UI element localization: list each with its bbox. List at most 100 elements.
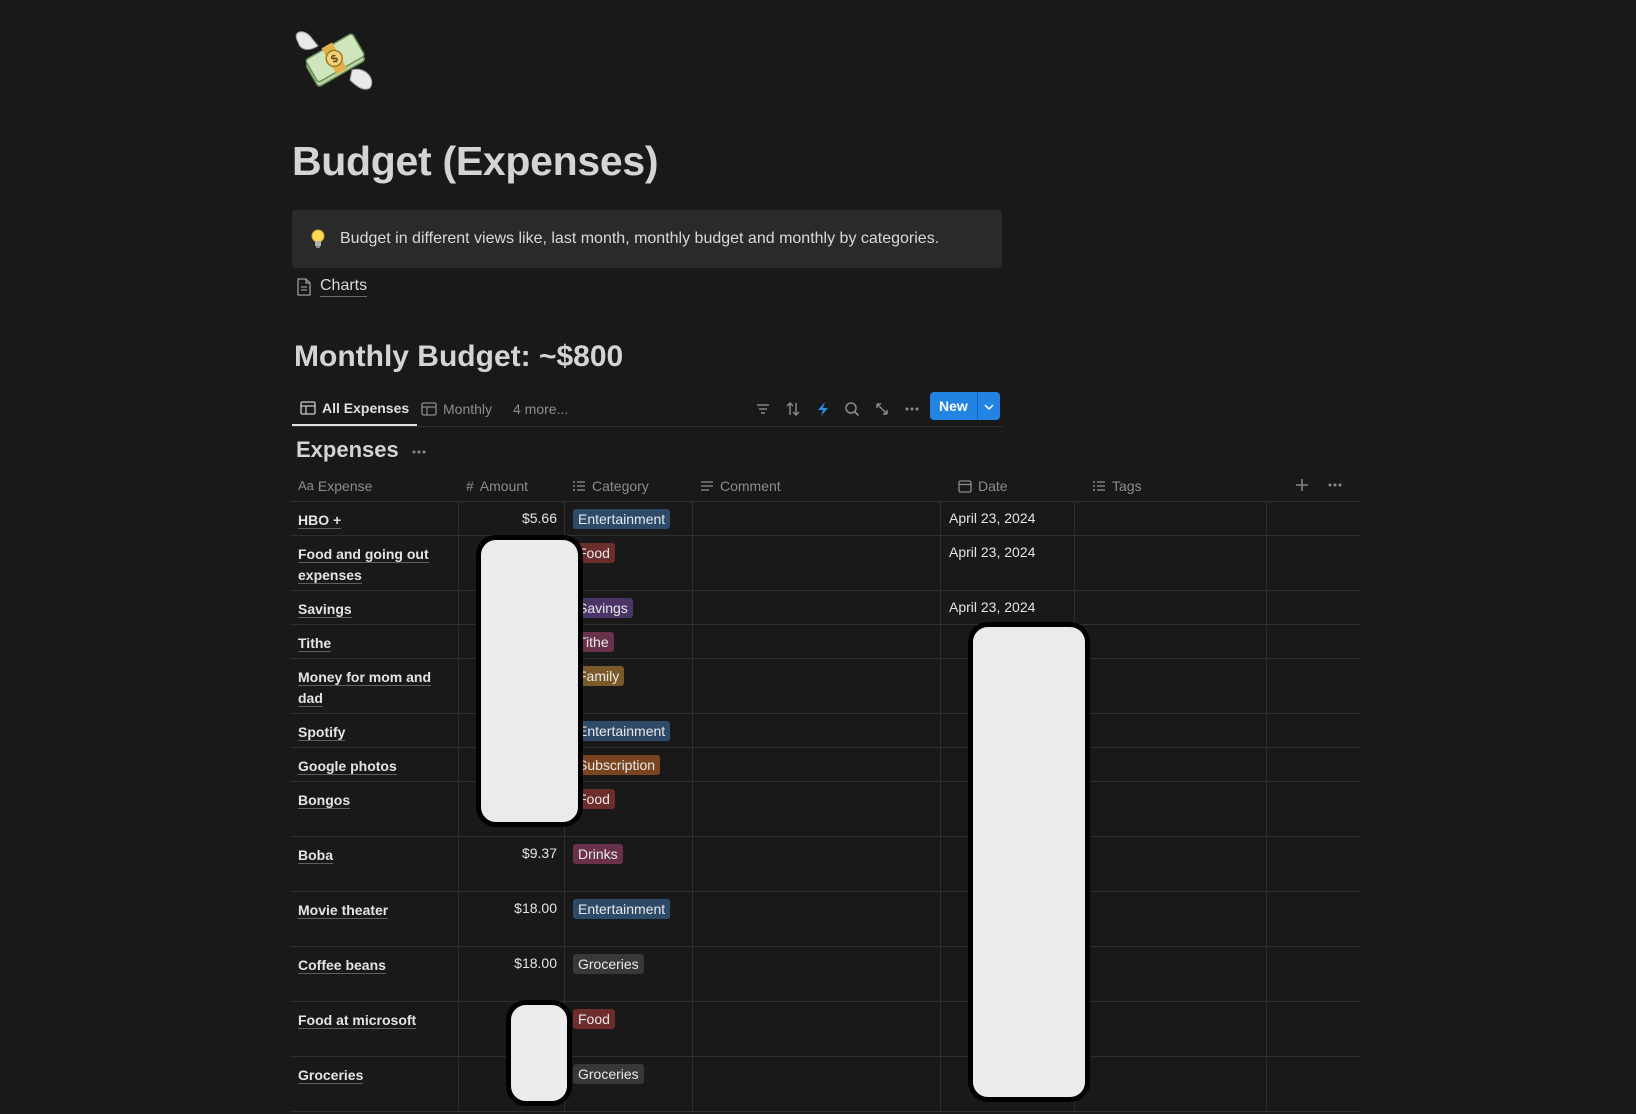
add-column-icon[interactable]	[1294, 477, 1310, 493]
page-title[interactable]: Budget (Expenses)	[292, 138, 659, 185]
table-row[interactable]: Tithe Tithe	[290, 625, 1360, 659]
comment-cell[interactable]	[692, 502, 941, 535]
expense-name[interactable]: Coffee beans	[298, 955, 438, 976]
callout-text[interactable]: Budget in different views like, last mon…	[340, 230, 939, 248]
expense-name[interactable]: HBO +	[298, 510, 438, 531]
tags-cell[interactable]	[1074, 659, 1267, 713]
expense-cell[interactable]: Spotify	[290, 714, 458, 747]
expense-name[interactable]: Money for mom and dad	[298, 667, 438, 709]
filler-cell[interactable]	[1266, 1057, 1361, 1111]
date-cell[interactable]: April 23, 2024	[940, 502, 1075, 535]
table-row[interactable]: Spotify Entertainment	[290, 714, 1360, 748]
expense-cell[interactable]: Food at microsoft	[290, 1002, 458, 1056]
table-row[interactable]: Boba $9.37 Drinks	[290, 837, 1360, 892]
table-row[interactable]: Food at microsoft Food	[290, 1002, 1360, 1057]
expense-cell[interactable]: Google photos	[290, 748, 458, 781]
tags-cell[interactable]	[1074, 714, 1267, 747]
expand-icon[interactable]	[871, 398, 893, 420]
table-row[interactable]: Food and going out expenses Food April 23,…	[290, 536, 1360, 591]
tags-cell[interactable]	[1074, 947, 1267, 1001]
category-cell[interactable]: Food	[564, 782, 693, 836]
money-with-wings-icon[interactable]: $	[292, 22, 376, 98]
expense-cell[interactable]: Coffee beans	[290, 947, 458, 1001]
category-cell[interactable]: Drinks	[564, 837, 693, 891]
expense-name[interactable]: Savings	[298, 599, 438, 620]
expense-name[interactable]: Food at microsoft	[298, 1010, 438, 1031]
tags-cell[interactable]	[1074, 782, 1267, 836]
more-icon[interactable]	[411, 442, 427, 458]
expense-name[interactable]: Movie theater	[298, 900, 438, 921]
comment-cell[interactable]	[692, 782, 941, 836]
automation-icon[interactable]	[812, 398, 834, 420]
new-dropdown-button[interactable]	[976, 392, 1000, 420]
more-icon[interactable]	[1327, 477, 1343, 493]
more-icon[interactable]	[901, 398, 923, 420]
comment-cell[interactable]	[692, 625, 941, 658]
tags-cell[interactable]	[1074, 1057, 1267, 1111]
filler-cell[interactable]	[1266, 1002, 1361, 1056]
filler-cell[interactable]	[1266, 591, 1361, 624]
expense-cell[interactable]: Boba	[290, 837, 458, 891]
section-heading[interactable]: Monthly Budget: ~$800	[294, 340, 623, 374]
comment-cell[interactable]	[692, 659, 941, 713]
category-cell[interactable]: Tithe	[564, 625, 693, 658]
amount-cell[interactable]: $18.00	[458, 947, 565, 1001]
column-header-expense[interactable]: Aa Expense	[298, 470, 372, 501]
filler-cell[interactable]	[1266, 536, 1361, 590]
table-row[interactable]: Movie theater $18.00 Entertainment	[290, 892, 1360, 947]
expense-cell[interactable]: Savings	[290, 591, 458, 624]
expense-cell[interactable]: Movie theater	[290, 892, 458, 946]
column-header-tags[interactable]: Tags	[1092, 470, 1142, 501]
comment-cell[interactable]	[692, 837, 941, 891]
comment-cell[interactable]	[692, 748, 941, 781]
amount-cell[interactable]: $18.00	[458, 892, 565, 946]
expense-name[interactable]: Google photos	[298, 756, 438, 777]
expense-name[interactable]: Boba	[298, 845, 438, 866]
table-row[interactable]: Savings Savings April 23, 2024	[290, 591, 1360, 625]
tags-cell[interactable]	[1074, 502, 1267, 535]
column-header-category[interactable]: Category	[572, 470, 649, 501]
expense-cell[interactable]: Food and going out expenses	[290, 536, 458, 590]
tags-cell[interactable]	[1074, 625, 1267, 658]
column-header-date[interactable]: Date	[958, 470, 1008, 501]
table-row[interactable]: Google photos Subscription	[290, 748, 1360, 782]
expense-cell[interactable]: Bongos	[290, 782, 458, 836]
category-cell[interactable]: Groceries	[564, 1057, 693, 1111]
comment-cell[interactable]	[692, 1002, 941, 1056]
comment-cell[interactable]	[692, 714, 941, 747]
expense-cell[interactable]: HBO +	[290, 502, 458, 535]
expense-name[interactable]: Spotify	[298, 722, 438, 743]
filler-cell[interactable]	[1266, 502, 1361, 535]
new-button[interactable]: New	[930, 392, 977, 420]
table-row[interactable]: HBO + $5.66 Entertainment April 23, 2024	[290, 502, 1360, 536]
filler-cell[interactable]	[1266, 748, 1361, 781]
database-title[interactable]: Expenses	[296, 437, 399, 463]
amount-cell[interactable]: $5.66	[458, 502, 565, 535]
comment-cell[interactable]	[692, 591, 941, 624]
tab-monthly[interactable]: Monthly	[421, 392, 492, 425]
comment-cell[interactable]	[692, 947, 941, 1001]
search-icon[interactable]	[841, 398, 863, 420]
expense-cell[interactable]: Tithe	[290, 625, 458, 658]
category-cell[interactable]: Food	[564, 536, 693, 590]
category-cell[interactable]: Groceries	[564, 947, 693, 1001]
tags-cell[interactable]	[1074, 1002, 1267, 1056]
amount-cell[interactable]: $9.37	[458, 837, 565, 891]
table-row[interactable]: Bongos Food	[290, 782, 1360, 837]
date-cell[interactable]: April 23, 2024	[940, 536, 1075, 590]
filler-cell[interactable]	[1266, 714, 1361, 747]
table-row[interactable]: Money for mom and dad Family	[290, 659, 1360, 714]
category-cell[interactable]: Food	[564, 1002, 693, 1056]
table-row[interactable]: Coffee beans $18.00 Groceries	[290, 947, 1360, 1002]
tags-cell[interactable]	[1074, 591, 1267, 624]
date-cell[interactable]: April 23, 2024	[940, 591, 1075, 624]
category-cell[interactable]: Entertainment	[564, 714, 693, 747]
filler-cell[interactable]	[1266, 947, 1361, 1001]
category-cell[interactable]: Savings	[564, 591, 693, 624]
expense-name[interactable]: Bongos	[298, 790, 438, 811]
category-cell[interactable]: Family	[564, 659, 693, 713]
filler-cell[interactable]	[1266, 837, 1361, 891]
comment-cell[interactable]	[692, 536, 941, 590]
category-cell[interactable]: Subscription	[564, 748, 693, 781]
category-cell[interactable]: Entertainment	[564, 892, 693, 946]
